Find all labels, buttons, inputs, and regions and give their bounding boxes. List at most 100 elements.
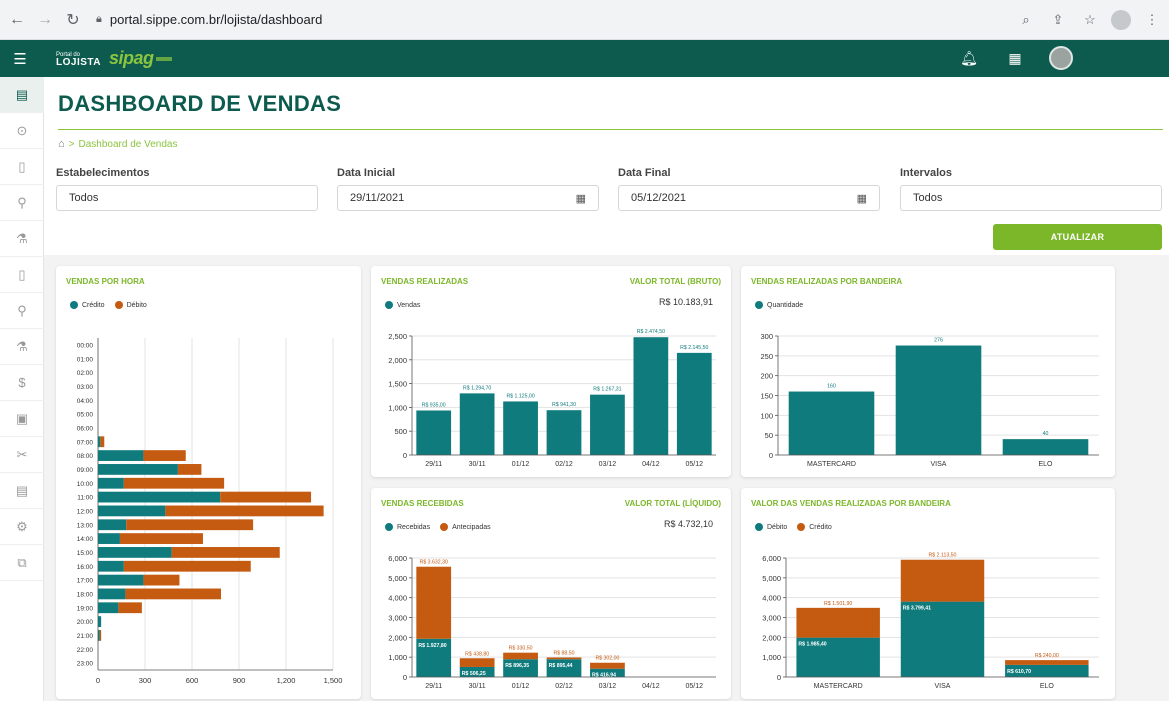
y-tick-label: 20:00 (77, 619, 94, 626)
data-inicial-input[interactable]: 29/11/2021 ▦ (337, 185, 599, 211)
y-tick-label: 0 (777, 673, 781, 682)
hamburger-menu-icon[interactable]: ☰ (0, 40, 40, 77)
zoom-icon[interactable]: ⌕ (1015, 9, 1037, 31)
bar-segment (99, 630, 102, 641)
x-tick-label: 300 (139, 676, 152, 685)
sidebar-clipboard-icon[interactable]: ▣ (0, 401, 44, 437)
y-tick-label: 2,000 (388, 356, 407, 365)
data-label: 276 (934, 338, 943, 344)
y-tick-label: 250 (760, 352, 773, 361)
bar-segment (98, 450, 144, 461)
y-tick-label: 1,000 (762, 653, 781, 662)
apps-grid-icon[interactable]: ▦ (1003, 46, 1027, 70)
calendar-icon[interactable]: ▦ (857, 192, 867, 205)
bar-segment (118, 602, 142, 614)
bar-segment (1005, 660, 1089, 665)
y-tick-label: 06:00 (77, 425, 94, 432)
sidebar-store-icon-2[interactable]: ▤ (0, 473, 44, 509)
bar (788, 391, 875, 455)
y-tick-label: 6,000 (762, 554, 781, 563)
y-tick-label: 0 (403, 673, 407, 682)
x-tick-label: 30/11 (469, 683, 486, 690)
page-title: DASHBOARD DE VENDAS (58, 91, 342, 116)
y-tick-label: 2,000 (762, 633, 781, 642)
sidebar-dollar-icon[interactable]: ⊙ (0, 113, 44, 149)
url-text: portal.sippe.com.br/lojista/dashboard (109, 12, 323, 27)
y-tick-label: 12:00 (77, 508, 94, 515)
data-label: R$ 2.113,50 (929, 553, 957, 559)
x-tick-label: 29/11 (425, 461, 442, 468)
y-tick-label: 2,500 (388, 332, 407, 341)
profile-icon[interactable] (1111, 10, 1131, 30)
main-content: DASHBOARD DE VENDAS ⌂ > Dashboard de Ven… (44, 77, 1169, 701)
estabelecimentos-value: Todos (69, 192, 99, 204)
y-tick-label: 6,000 (388, 554, 407, 563)
sidebar-tools-icon[interactable]: ✂ (0, 437, 44, 473)
estabelecimentos-select[interactable]: Todos (56, 185, 318, 211)
bar-segment (123, 477, 225, 489)
breadcrumb-current[interactable]: Dashboard de Vendas (79, 139, 178, 150)
y-tick-label: 0 (403, 451, 407, 460)
data-final-label: Data Final (618, 167, 671, 179)
share-icon[interactable]: ⇪ (1047, 9, 1069, 31)
back-icon[interactable]: ← (6, 9, 28, 31)
more-menu-icon[interactable]: ⋮ (1141, 9, 1163, 31)
x-tick-label: 03/12 (599, 683, 617, 690)
y-tick-label: 13:00 (77, 522, 94, 529)
data-label: R$ 1.125,00 (506, 393, 534, 399)
sidebar-link-icon-2[interactable]: ⚲ (0, 293, 44, 329)
x-tick-label: 1,200 (277, 676, 296, 685)
sidebar-store-icon[interactable]: ▤ (0, 77, 44, 113)
bar-segment (98, 505, 166, 517)
reload-icon[interactable]: ↻ (62, 9, 84, 31)
data-label: R$ 1.501,90 (824, 601, 852, 607)
home-icon[interactable]: ⌂ (58, 138, 65, 150)
bar-segment (98, 491, 221, 503)
sidebar-tool-icon-2[interactable]: ⚗ (0, 329, 44, 365)
data-label: R$ 1.927,80 (418, 643, 446, 649)
bar-segment (98, 477, 124, 489)
x-tick-label: 04/12 (642, 683, 660, 690)
sidebar-dollar-sign-icon[interactable]: $ (0, 365, 44, 401)
logo-tagline (155, 56, 172, 61)
sidebar-settings-icon[interactable]: ⚙ (0, 509, 44, 545)
x-tick-label: 04/12 (642, 461, 660, 468)
y-tick-label: 0 (769, 451, 773, 460)
bar (895, 345, 982, 455)
sidebar-phone-icon-2[interactable]: ▯ (0, 257, 44, 293)
bar-segment (590, 662, 625, 669)
bar-segment (459, 658, 495, 667)
bar (633, 337, 669, 455)
sidebar-tool-icon[interactable]: ⚗ (0, 221, 44, 257)
lock-icon: 🔒︎ (96, 13, 102, 25)
address-bar[interactable]: 🔒︎ portal.sippe.com.br/lojista/dashboard (96, 5, 1056, 34)
data-label: R$ 935,00 (422, 402, 446, 408)
data-label: R$ 88,50 (553, 650, 574, 656)
intervalos-select[interactable]: Todos (900, 185, 1162, 211)
sidebar-link-icon[interactable]: ⚲ (0, 185, 44, 221)
forward-icon[interactable]: → (34, 9, 56, 31)
atualizar-button[interactable]: ATUALIZAR (993, 224, 1162, 250)
bell-icon[interactable]: 🔔︎ (957, 46, 981, 70)
y-tick-label: 09:00 (77, 467, 94, 474)
calendar-icon[interactable]: ▦ (576, 192, 586, 205)
data-label: R$ 896,35 (505, 663, 529, 669)
bar-segment (98, 547, 172, 558)
y-tick-label: 08:00 (77, 453, 94, 460)
valor-por-bandeira-chart: 0 1,000 2,000 3,000 4,000 5,000 6,000 MASTERCAR… (762, 553, 1099, 690)
portal-logo: Portal do LOJISTA (56, 52, 101, 68)
bar-segment (119, 533, 203, 544)
browser-toolbar: ← → ↻ 🔒︎ portal.sippe.com.br/lojista/das… (0, 0, 1169, 40)
bar-segment (503, 652, 538, 660)
card-vendas-realizadas: VENDAS REALIZADAS VALOR TOTAL (BRUTO) R$… (371, 266, 731, 477)
sidebar-layers-icon[interactable]: ⧉ (0, 545, 44, 581)
star-icon[interactable]: ☆ (1079, 9, 1101, 31)
data-final-input[interactable]: 05/12/2021 ▦ (618, 185, 880, 211)
y-tick-label: 07:00 (77, 439, 94, 446)
user-avatar[interactable] (1049, 46, 1073, 70)
data-label: R$ 1.985,40 (798, 642, 826, 648)
sidebar-phone-icon[interactable]: ▯ (0, 149, 44, 185)
y-tick-label: 10:00 (77, 481, 94, 488)
y-tick-label: 17:00 (77, 578, 94, 585)
bar-segment (98, 560, 124, 572)
